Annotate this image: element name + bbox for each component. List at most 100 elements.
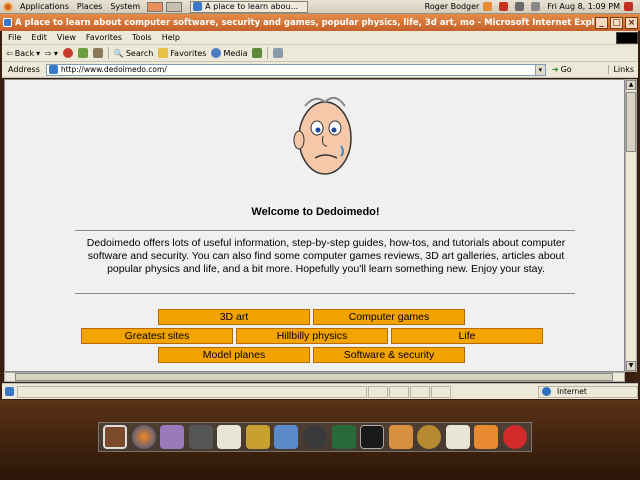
horizontal-scroll-thumb[interactable] xyxy=(15,373,613,381)
menu-view[interactable]: View xyxy=(57,33,76,42)
shutdown-icon[interactable] xyxy=(502,425,527,449)
forward-button[interactable]: ⇨ ▾ xyxy=(45,49,58,58)
windows-logo-throbber xyxy=(616,31,638,44)
page-viewport[interactable]: Welcome to Dedoimedo! Dedoimedo offers l… xyxy=(4,79,625,372)
update-icon[interactable] xyxy=(483,2,493,11)
system-menu[interactable]: System xyxy=(106,2,144,11)
search-label: Search xyxy=(125,48,154,58)
close-button[interactable]: × xyxy=(625,16,638,29)
dedoimedo-face-logo xyxy=(293,96,352,175)
menu-help[interactable]: Help xyxy=(162,33,180,42)
forward-dropdown-icon[interactable]: ▾ xyxy=(54,49,58,58)
gear-settings-icon[interactable] xyxy=(302,425,327,449)
user-name[interactable]: Roger Bodger xyxy=(425,2,480,11)
forward-arrow-icon: ⇨ xyxy=(45,48,52,58)
minimize-button[interactable]: _ xyxy=(595,16,608,29)
status-cell-3 xyxy=(389,385,409,398)
system-gear-icon[interactable] xyxy=(417,425,442,449)
go-arrow-icon: ➜ xyxy=(551,65,559,74)
nav-greatest-sites-button[interactable]: Greatest sites xyxy=(81,328,233,344)
print-icon[interactable] xyxy=(273,48,284,58)
horizontal-scrollbar[interactable] xyxy=(4,372,625,382)
address-url[interactable]: http://www.dedoimedo.com/ xyxy=(61,65,535,74)
back-dropdown-icon[interactable]: ▾ xyxy=(36,49,40,58)
back-button[interactable]: ⇦ Back ▾ xyxy=(6,49,40,58)
workspace-2[interactable] xyxy=(166,1,183,12)
places-menu[interactable]: Places xyxy=(73,2,106,11)
toolbar-separator xyxy=(107,47,109,59)
favorites-button[interactable]: Favorites xyxy=(158,48,206,58)
taskbar-label: A place to learn abou... xyxy=(205,2,299,11)
media-button[interactable]: Media xyxy=(211,48,247,58)
divider-top xyxy=(75,230,575,231)
ie-icon xyxy=(193,2,203,11)
back-label: Back xyxy=(14,48,35,58)
menu-bar: File Edit View Favorites Tools Help xyxy=(2,31,638,45)
ie-window-icon xyxy=(3,18,12,27)
text-editor-icon[interactable] xyxy=(217,425,242,449)
camera-icon[interactable] xyxy=(188,425,213,449)
music-icon[interactable] xyxy=(274,425,299,449)
paint-icon[interactable] xyxy=(245,425,270,449)
status-text-cell xyxy=(17,385,367,398)
notification-icon[interactable] xyxy=(499,2,509,11)
desktop-show-icon[interactable] xyxy=(103,425,128,449)
zone-label: Internet xyxy=(557,387,587,396)
firefox-icon[interactable] xyxy=(131,425,156,449)
divider-bottom xyxy=(75,293,575,294)
go-button[interactable]: ➜ Go xyxy=(552,65,572,74)
history-icon[interactable] xyxy=(252,48,263,58)
scroll-up-icon[interactable]: ▲ xyxy=(626,80,636,90)
nav-software-security-button[interactable]: Software & security xyxy=(313,347,465,363)
nav-life-button[interactable]: Life xyxy=(391,328,543,344)
window-title: A place to learn about computer software… xyxy=(15,17,595,28)
media-label: Media xyxy=(223,48,248,58)
search-button[interactable]: 🔍 Search xyxy=(114,49,153,58)
menu-edit[interactable]: Edit xyxy=(31,33,47,42)
folder-icon[interactable] xyxy=(388,425,413,449)
scroll-down-icon[interactable]: ▼ xyxy=(626,361,636,371)
security-zone: Internet xyxy=(538,385,638,398)
menu-tools[interactable]: Tools xyxy=(132,33,152,42)
toolbar: ⇦ Back ▾ ⇨ ▾ 🔍 Search Favorites Media xyxy=(2,45,638,62)
nav-computer-games-button[interactable]: Computer games xyxy=(313,309,465,325)
status-cell-4 xyxy=(410,385,430,398)
refresh-icon[interactable] xyxy=(77,48,88,58)
status-bar: Internet xyxy=(2,383,638,399)
archive-icon[interactable] xyxy=(445,425,470,449)
address-input[interactable]: http://www.dedoimedo.com/ ▾ xyxy=(45,63,546,76)
clock[interactable]: Fri Aug 8, 1:09 PM xyxy=(547,2,620,11)
maximize-button[interactable]: □ xyxy=(610,16,623,29)
menu-file[interactable]: File xyxy=(8,33,21,42)
applications-menu[interactable]: Applications xyxy=(16,2,73,11)
vertical-scroll-thumb[interactable] xyxy=(626,92,636,152)
network-icon[interactable] xyxy=(515,2,525,11)
nav-model-planes-button[interactable]: Model planes xyxy=(158,347,310,363)
ubuntu-logo-icon[interactable] xyxy=(3,1,13,12)
menu-favorites[interactable]: Favorites xyxy=(86,33,122,42)
address-dropdown-icon[interactable]: ▾ xyxy=(534,64,545,75)
trash-icon[interactable] xyxy=(474,425,499,449)
search-icon: 🔍 xyxy=(113,48,124,58)
stop-icon[interactable] xyxy=(62,48,73,58)
power-icon[interactable] xyxy=(624,2,633,11)
links-button[interactable]: Links xyxy=(608,65,638,74)
workspace-1[interactable] xyxy=(147,1,164,12)
favorites-label: Favorites xyxy=(170,48,207,58)
status-cell-2 xyxy=(368,385,388,398)
nav-hillbilly-physics-button[interactable]: Hillbilly physics xyxy=(236,328,388,344)
pidgin-icon[interactable] xyxy=(160,425,185,449)
status-page-icon xyxy=(5,387,14,396)
nav-3d-art-button[interactable]: 3D art xyxy=(158,309,310,325)
vertical-scrollbar[interactable]: ▲ ▼ xyxy=(625,79,637,372)
intro-paragraph: Dedoimedo offers lots of useful informat… xyxy=(86,237,566,275)
volume-icon[interactable] xyxy=(531,2,541,11)
taskbar-ie-window[interactable]: A place to learn abou... xyxy=(190,0,309,13)
terminal-icon[interactable] xyxy=(360,425,385,449)
toolbar-separator-2 xyxy=(267,47,269,59)
mail-icon[interactable] xyxy=(331,425,356,449)
window-titlebar[interactable]: A place to learn about computer software… xyxy=(0,14,640,31)
address-bar: Address http://www.dedoimedo.com/ ▾ ➜ Go… xyxy=(2,62,638,78)
home-icon[interactable] xyxy=(92,48,103,58)
status-cell-5 xyxy=(431,385,451,398)
